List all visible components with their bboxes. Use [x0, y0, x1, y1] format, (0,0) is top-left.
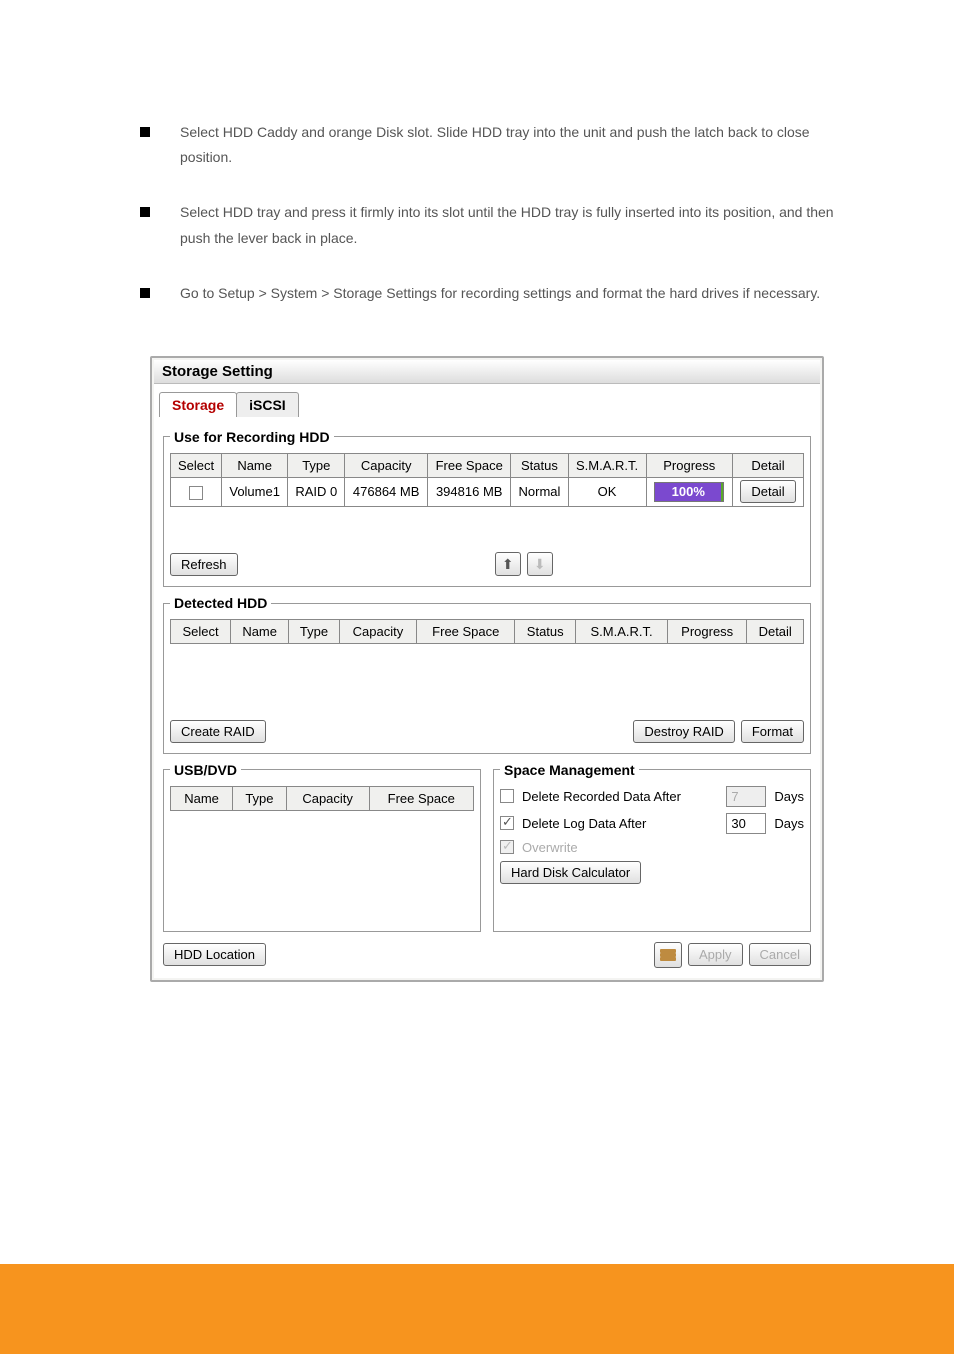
row-smart: OK [568, 477, 646, 506]
empty-row [171, 506, 804, 546]
empty-row [171, 810, 474, 910]
format-button[interactable]: Format [741, 720, 804, 743]
progress-value: 100% [655, 483, 723, 501]
tab-storage[interactable]: Storage [159, 392, 237, 417]
recording-hdd-table: Select Name Type Capacity Free Space Sta… [170, 453, 804, 547]
delete-log-checkbox[interactable] [500, 816, 514, 830]
col-detail: Detail [747, 620, 804, 644]
col-detail: Detail [732, 453, 803, 477]
row-status: Normal [511, 477, 568, 506]
col-name: Name [222, 453, 288, 477]
apply-button[interactable]: Apply [688, 943, 743, 966]
usb-dvd-table: Name Type Capacity Free Space [170, 786, 474, 911]
col-type: Type [233, 786, 287, 810]
recording-hdd-group: Use for Recording HDD Select Name Type C… [163, 429, 811, 588]
disk-icon[interactable] [654, 942, 682, 968]
col-smart: S.M.A.R.T. [576, 620, 668, 644]
days-label: Days [774, 816, 804, 831]
col-select: Select [171, 453, 222, 477]
days-label: Days [774, 789, 804, 804]
col-freespace: Free Space [417, 620, 515, 644]
bullet-a-text: Select HDD Caddy and orange Disk slot. S… [180, 120, 854, 170]
bullet-b-text: Select HDD tray and press it firmly into… [180, 200, 854, 250]
col-status: Status [515, 620, 576, 644]
usb-dvd-legend: USB/DVD [170, 762, 241, 778]
space-management-legend: Space Management [500, 762, 639, 778]
row-capacity: 476864 MB [345, 477, 428, 506]
delete-log-input[interactable]: 30 [726, 813, 766, 834]
col-type: Type [288, 453, 345, 477]
space-management-group: Space Management Delete Recorded Data Af… [493, 762, 811, 932]
storage-setting-window: Storage Setting Storage iSCSI Use for Re… [150, 356, 824, 982]
col-capacity: Capacity [339, 620, 417, 644]
delete-recorded-input[interactable]: 7 [726, 786, 766, 807]
col-capacity: Capacity [286, 786, 369, 810]
delete-recorded-label: Delete Recorded Data After [522, 789, 718, 804]
recording-hdd-legend: Use for Recording HDD [170, 429, 334, 445]
delete-recorded-checkbox[interactable] [500, 789, 514, 803]
destroy-raid-button[interactable]: Destroy RAID [633, 720, 734, 743]
table-row: Volume1 RAID 0 476864 MB 394816 MB Norma… [171, 477, 804, 506]
col-freespace: Free Space [369, 786, 473, 810]
row-select-checkbox[interactable] [189, 486, 203, 500]
overwrite-label: Overwrite [522, 840, 804, 855]
detected-hdd-table: Select Name Type Capacity Free Space Sta… [170, 619, 804, 714]
row-name: Volume1 [222, 477, 288, 506]
bullet-marker-icon [140, 127, 150, 137]
col-capacity: Capacity [345, 453, 428, 477]
col-type: Type [289, 620, 339, 644]
move-down-button[interactable] [527, 552, 553, 576]
col-progress: Progress [646, 453, 732, 477]
refresh-button[interactable]: Refresh [170, 553, 238, 576]
cancel-button[interactable]: Cancel [749, 943, 811, 966]
overwrite-checkbox [500, 840, 514, 854]
hdd-location-button[interactable]: HDD Location [163, 943, 266, 966]
row-detail-button[interactable]: Detail [740, 480, 795, 503]
col-smart: S.M.A.R.T. [568, 453, 646, 477]
move-up-button[interactable] [495, 552, 521, 576]
bullet-marker-icon [140, 288, 150, 298]
col-status: Status [511, 453, 568, 477]
create-raid-button[interactable]: Create RAID [170, 720, 266, 743]
bullet-c: Go to Setup > System > Storage Settings … [140, 281, 854, 306]
delete-log-label: Delete Log Data After [522, 816, 718, 831]
page-footer [0, 1264, 954, 1354]
col-name: Name [171, 786, 233, 810]
col-freespace: Free Space [428, 453, 511, 477]
col-progress: Progress [667, 620, 746, 644]
detected-hdd-legend: Detected HDD [170, 595, 271, 611]
window-title: Storage Setting [154, 360, 820, 384]
row-freespace: 394816 MB [428, 477, 511, 506]
bullet-marker-icon [140, 207, 150, 217]
col-select: Select [171, 620, 231, 644]
bullet-c-text: Go to Setup > System > Storage Settings … [180, 281, 854, 306]
bullet-b: Select HDD tray and press it firmly into… [140, 200, 854, 250]
usb-dvd-group: USB/DVD Name Type Capacity Free Space [163, 762, 481, 932]
row-type: RAID 0 [288, 477, 345, 506]
detected-hdd-group: Detected HDD Select Name Type Capacity F… [163, 595, 811, 754]
col-name: Name [231, 620, 289, 644]
row-progress: 100% [654, 482, 724, 502]
bullet-a: Select HDD Caddy and orange Disk slot. S… [140, 120, 854, 170]
empty-row [171, 644, 804, 714]
hard-disk-calculator-button[interactable]: Hard Disk Calculator [500, 861, 641, 884]
tab-iscsi[interactable]: iSCSI [236, 392, 299, 417]
